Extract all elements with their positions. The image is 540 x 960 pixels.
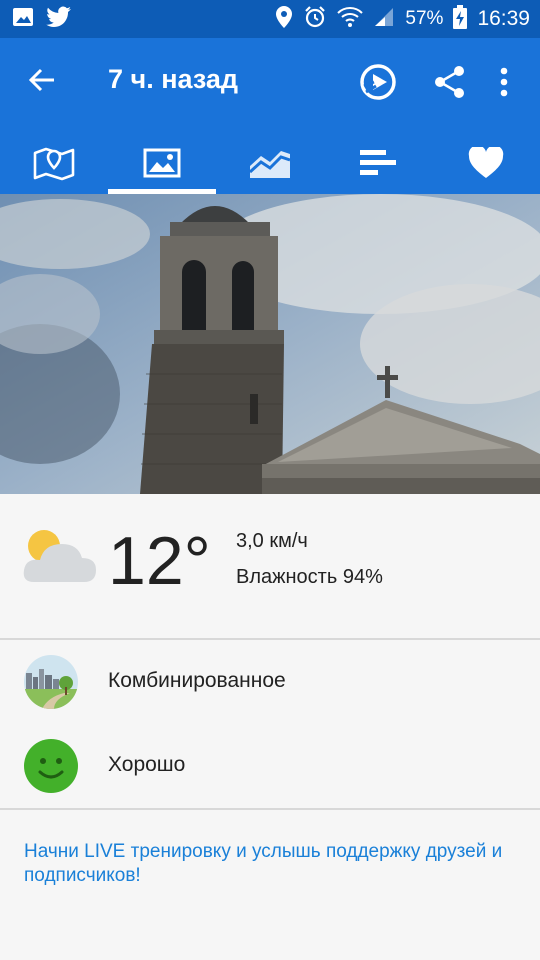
map-icon [33, 147, 75, 181]
signal-icon [373, 6, 395, 33]
divider [0, 808, 540, 810]
heart-icon [468, 147, 504, 178]
battery-icon [453, 4, 468, 34]
share-button[interactable] [428, 60, 472, 104]
clock: 16:39 [477, 7, 530, 30]
chart-icon [248, 151, 291, 178]
arrow-back-icon [28, 68, 54, 92]
battery-percent: 57% [405, 8, 444, 29]
wind-speed: 3,0 км/ч [236, 530, 308, 552]
terrain-label: Комбинированное [108, 669, 286, 692]
photo-icon [143, 148, 181, 178]
tab-chart[interactable] [216, 132, 324, 194]
back-button[interactable] [22, 60, 62, 100]
divider [0, 638, 540, 640]
smiley-icon [24, 739, 78, 798]
share-icon [435, 66, 464, 98]
weather-panel: 12° 3,0 км/ч Влажность 94% [0, 494, 540, 638]
partly-cloudy-icon [22, 524, 98, 591]
play-movie-button[interactable] [356, 60, 400, 104]
live-training-link[interactable]: Начни LIVE тренировку и услышь поддержку… [24, 840, 504, 888]
image-icon [12, 6, 34, 33]
feeling-label: Хорошо [108, 753, 186, 776]
alarm-icon [303, 5, 327, 34]
more-button[interactable] [482, 60, 526, 104]
feeling-row[interactable]: Хорошо [0, 725, 540, 809]
location-icon [275, 5, 293, 34]
play-movie-icon [360, 64, 396, 100]
twitter-icon [46, 6, 72, 33]
activity-photo[interactable] [0, 194, 540, 494]
more-icon [500, 67, 508, 97]
laps-icon [360, 150, 396, 175]
terrain-icon [24, 655, 78, 714]
temperature: 12° [108, 523, 211, 599]
tab-laps[interactable] [324, 132, 432, 194]
tab-photo[interactable] [108, 132, 216, 194]
tab-map[interactable] [0, 132, 108, 194]
tab-bar [0, 132, 540, 194]
status-bar: 57% 16:39 [0, 0, 540, 38]
tab-likes[interactable] [432, 132, 540, 194]
terrain-row[interactable]: Комбинированное [0, 641, 540, 725]
wifi-icon [337, 6, 364, 33]
humidity: Влажность 94% [236, 566, 383, 588]
page-title: 7 ч. назад [108, 64, 239, 94]
app-bar: 7 ч. назад [0, 38, 540, 194]
